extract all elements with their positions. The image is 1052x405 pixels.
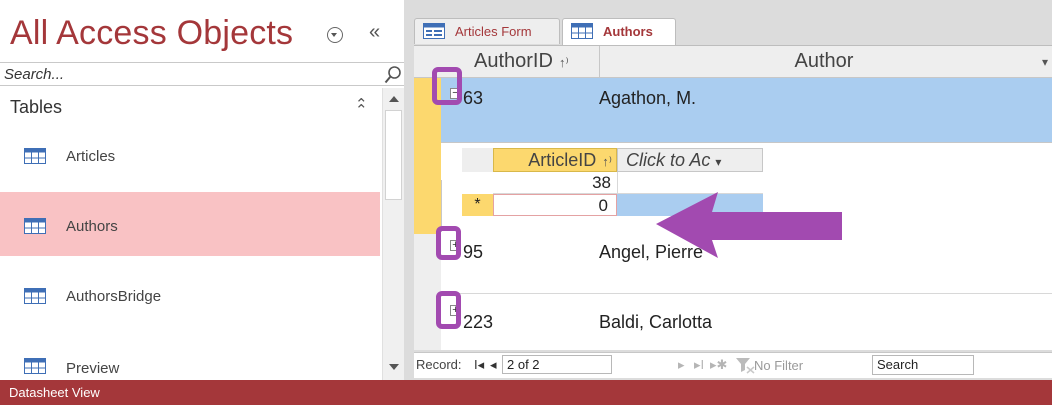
tab-articles-form[interactable]: Articles Form xyxy=(414,18,560,44)
scroll-thumb[interactable] xyxy=(385,110,402,200)
highlight-box xyxy=(436,226,461,260)
tab-label: Authors xyxy=(603,24,653,39)
column-header-row: AuthorID ↑⁾ Author ▾ xyxy=(414,46,1052,78)
table-icon xyxy=(24,358,46,374)
tables-group-label: Tables xyxy=(10,97,63,117)
nav-item-label: AuthorsBridge xyxy=(66,288,162,305)
nav-item-label: Authors xyxy=(66,218,118,235)
search-input[interactable] xyxy=(4,65,364,83)
nav-item-authorsbridge[interactable]: AuthorsBridge xyxy=(0,266,380,330)
previous-record-icon[interactable]: ◂ xyxy=(490,357,497,373)
column-dropdown-icon[interactable]: ▾ xyxy=(1042,47,1048,78)
table-row[interactable]: − 63 Agathon, M. xyxy=(441,78,1052,142)
column-header-label: AuthorID xyxy=(474,50,553,72)
subdatasheet-connector xyxy=(441,180,442,232)
first-record-icon[interactable]: I◂ xyxy=(474,357,484,373)
nav-search-box xyxy=(0,62,404,86)
navigation-pane: All Access Objects « Tables ⌃⌃ Articles xyxy=(0,0,404,380)
table-row[interactable]: + 223 Baldi, Carlotta xyxy=(441,294,1052,350)
cell-author[interactable]: Baldi, Carlotta xyxy=(599,312,712,333)
table-icon xyxy=(24,148,46,164)
nav-item-authors[interactable]: Authors xyxy=(0,192,380,256)
column-header-articleid[interactable]: ArticleID ↑⁾ xyxy=(493,148,617,172)
column-header-click-to-add[interactable]: Click to Ac ▾ xyxy=(617,148,763,172)
new-record-icon[interactable]: ▸✱ xyxy=(710,357,727,373)
highlight-box xyxy=(436,291,461,329)
filter-icon[interactable] xyxy=(734,356,756,374)
column-header-label: ArticleID xyxy=(528,150,597,170)
sort-ascending-icon[interactable]: ↑⁾ xyxy=(559,55,569,70)
sort-ascending-icon[interactable]: ↑⁾ xyxy=(602,154,612,169)
scroll-up-icon[interactable] xyxy=(383,92,404,106)
nav-pane-menu-icon[interactable] xyxy=(327,27,343,43)
tables-group-header[interactable]: Tables ⌃ ⌃ xyxy=(0,88,382,126)
column-header-author[interactable]: Author ▾ xyxy=(596,46,1052,77)
table-icon xyxy=(571,23,593,39)
status-bar: Datasheet View xyxy=(0,380,1052,405)
column-header-label: Author xyxy=(794,50,854,72)
cell-articleid[interactable]: 38 xyxy=(493,173,617,193)
nav-item-label: Articles xyxy=(66,148,116,165)
cell-divider xyxy=(617,172,618,194)
record-search-box[interactable]: Search xyxy=(872,355,974,375)
cell-articleid-new[interactable]: 0 xyxy=(494,196,614,216)
column-dropdown-icon[interactable]: ▾ xyxy=(715,155,721,169)
form-icon xyxy=(423,23,445,39)
shutter-bar-collapse-icon[interactable]: « xyxy=(369,22,380,42)
annotation-arrow-icon xyxy=(656,192,842,258)
column-header-authorid[interactable]: AuthorID ↑⁾ xyxy=(470,46,600,77)
no-filter-button[interactable]: No Filter xyxy=(754,358,803,373)
subdatasheet-selector-header xyxy=(462,148,493,172)
scroll-down-icon[interactable] xyxy=(383,360,404,374)
highlight-box xyxy=(432,67,462,105)
status-text: Datasheet View xyxy=(9,385,100,400)
column-header-label: Click to Ac xyxy=(626,150,711,170)
record-label: Record: xyxy=(416,357,462,372)
nav-pane-title[interactable]: All Access Objects xyxy=(10,14,293,53)
new-record-row[interactable]: 0 xyxy=(493,194,617,216)
nav-item-preview[interactable]: Preview xyxy=(0,336,380,380)
tab-authors[interactable]: Authors xyxy=(562,18,676,46)
current-record-field[interactable]: 2 of 2 xyxy=(502,355,612,374)
record-navigation-bar: Record: I◂ ◂ 2 of 2 ▸ ▸I ▸✱ No Filter Se… xyxy=(414,352,1052,378)
row-divider xyxy=(441,142,1052,143)
table-icon xyxy=(24,288,46,304)
nav-item-label: Preview xyxy=(66,360,120,377)
nav-item-articles[interactable]: Articles xyxy=(0,126,380,190)
next-record-icon[interactable]: ▸ xyxy=(678,357,685,373)
cell-author[interactable]: Agathon, M. xyxy=(599,88,696,109)
search-icon[interactable] xyxy=(384,65,402,85)
tab-label: Articles Form xyxy=(455,24,532,39)
nav-scrollbar[interactable] xyxy=(382,88,404,380)
table-icon xyxy=(24,218,46,234)
last-record-icon[interactable]: ▸I xyxy=(694,357,704,373)
new-record-marker[interactable]: * xyxy=(462,194,493,216)
